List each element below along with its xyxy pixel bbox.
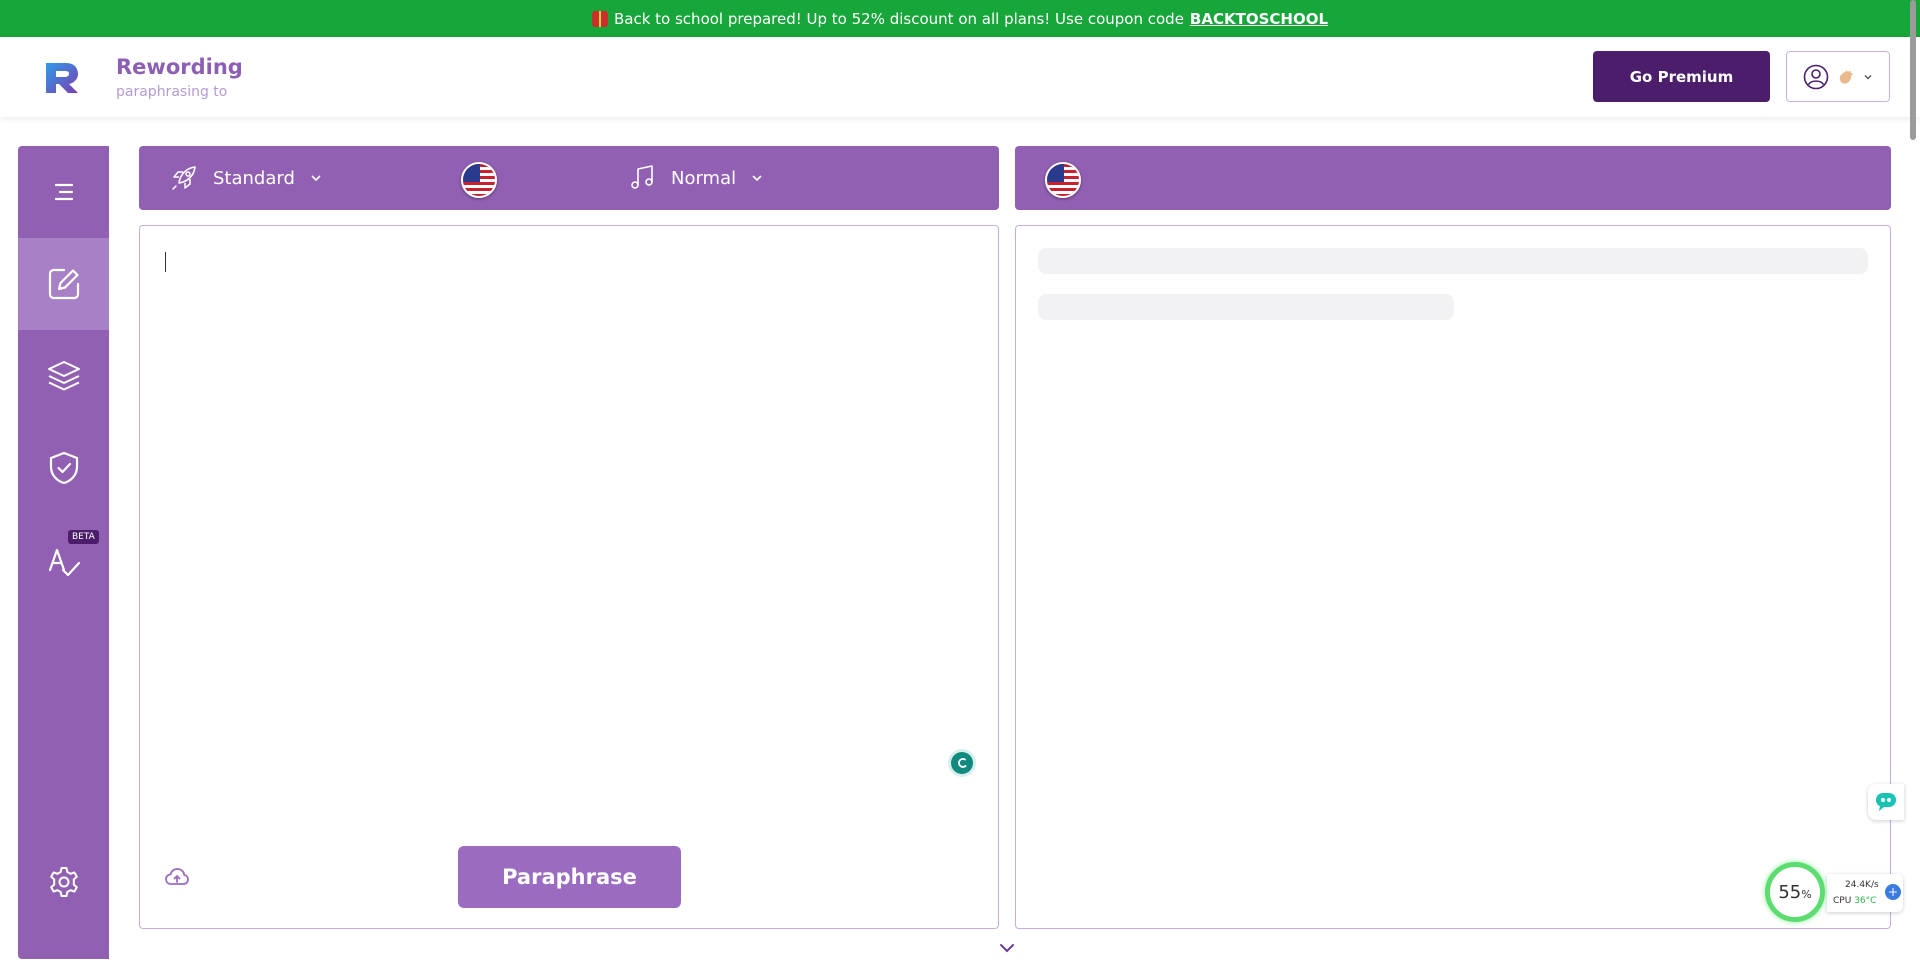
coupon-code-link[interactable]: BACKTOSCHOOL <box>1190 10 1328 28</box>
mode-label: Standard <box>213 167 295 189</box>
us-flag-icon[interactable] <box>1045 162 1081 198</box>
beta-badge: BETA <box>68 530 99 544</box>
sidebar-item-layers[interactable] <box>18 330 109 422</box>
plus-icon[interactable]: + <box>1885 884 1901 900</box>
promo-banner: Back to school prepared! Up to 52% disco… <box>0 0 1920 37</box>
promo-text: Back to school prepared! Up to 52% disco… <box>613 9 1184 28</box>
us-flag-icon[interactable] <box>461 162 497 198</box>
input-toolbar: Standard Normal <box>139 146 999 210</box>
chevron-down-icon <box>1864 74 1872 79</box>
sidebar-item-menu[interactable] <box>18 146 109 238</box>
chevron-down-icon <box>752 175 762 182</box>
network-speed: 24.4K/s <box>1845 880 1879 890</box>
chevron-down-icon <box>311 175 321 182</box>
layers-icon <box>47 361 80 391</box>
music-note-icon <box>631 165 653 189</box>
app-header: Rewording paraphrasing tool Go Premium <box>0 37 1920 117</box>
paraphrase-button[interactable]: Paraphrase <box>458 846 681 908</box>
system-stats-panel: 24.4K/s CPU 36°C + <box>1827 874 1903 912</box>
input-panel[interactable]: Paraphrase <box>139 225 999 929</box>
output-panel <box>1015 225 1891 929</box>
brand-tagline: paraphrasing tool <box>116 84 228 100</box>
memory-usage-percent: 55 <box>1778 881 1802 903</box>
input-textarea[interactable] <box>164 250 964 810</box>
text-cursor <box>165 252 166 272</box>
scroll-down-chevron-icon[interactable] <box>998 940 1016 959</box>
sidebar-item-grammar[interactable]: BETA <box>18 514 109 606</box>
system-monitor-widget[interactable]: 24.4K/s CPU 36°C + 55% <box>1765 862 1907 926</box>
cpu-temperature: CPU 36°C <box>1833 896 1877 906</box>
menu-icon <box>54 183 73 201</box>
user-menu-button[interactable] <box>1786 51 1890 102</box>
chat-bot-icon <box>1876 793 1896 811</box>
grammar-checker-icon[interactable] <box>951 752 973 774</box>
gear-icon <box>49 867 78 897</box>
chat-assistant-widget[interactable] <box>1868 784 1904 820</box>
waving-hand-icon <box>1839 70 1853 84</box>
output-toolbar <box>1015 146 1891 210</box>
tone-label: Normal <box>671 167 737 189</box>
page-scrollbar[interactable] <box>1910 0 1916 140</box>
gift-icon <box>591 10 608 27</box>
user-avatar-icon <box>1803 64 1829 89</box>
brand-name: Rewording <box>116 55 243 79</box>
loading-skeleton-line <box>1038 294 1454 320</box>
sidebar-item-settings[interactable] <box>18 836 109 928</box>
memory-usage-ring: 55% <box>1765 862 1825 922</box>
rocket-icon <box>172 166 196 190</box>
edit-icon <box>48 268 79 300</box>
spell-check-icon <box>48 548 80 577</box>
shield-check-icon <box>49 451 78 485</box>
rewording-logo-icon[interactable] <box>42 61 82 95</box>
sidebar-item-plagiarism[interactable] <box>18 422 109 514</box>
upload-cloud-icon[interactable] <box>164 866 190 892</box>
sidebar-item-paraphraser[interactable] <box>18 238 109 330</box>
go-premium-button[interactable]: Go Premium <box>1593 51 1770 102</box>
loading-skeleton-line <box>1038 248 1868 274</box>
sidebar: BETA <box>18 146 109 959</box>
tone-selector[interactable]: Normal <box>627 146 764 210</box>
mode-selector[interactable]: Standard <box>169 146 323 210</box>
